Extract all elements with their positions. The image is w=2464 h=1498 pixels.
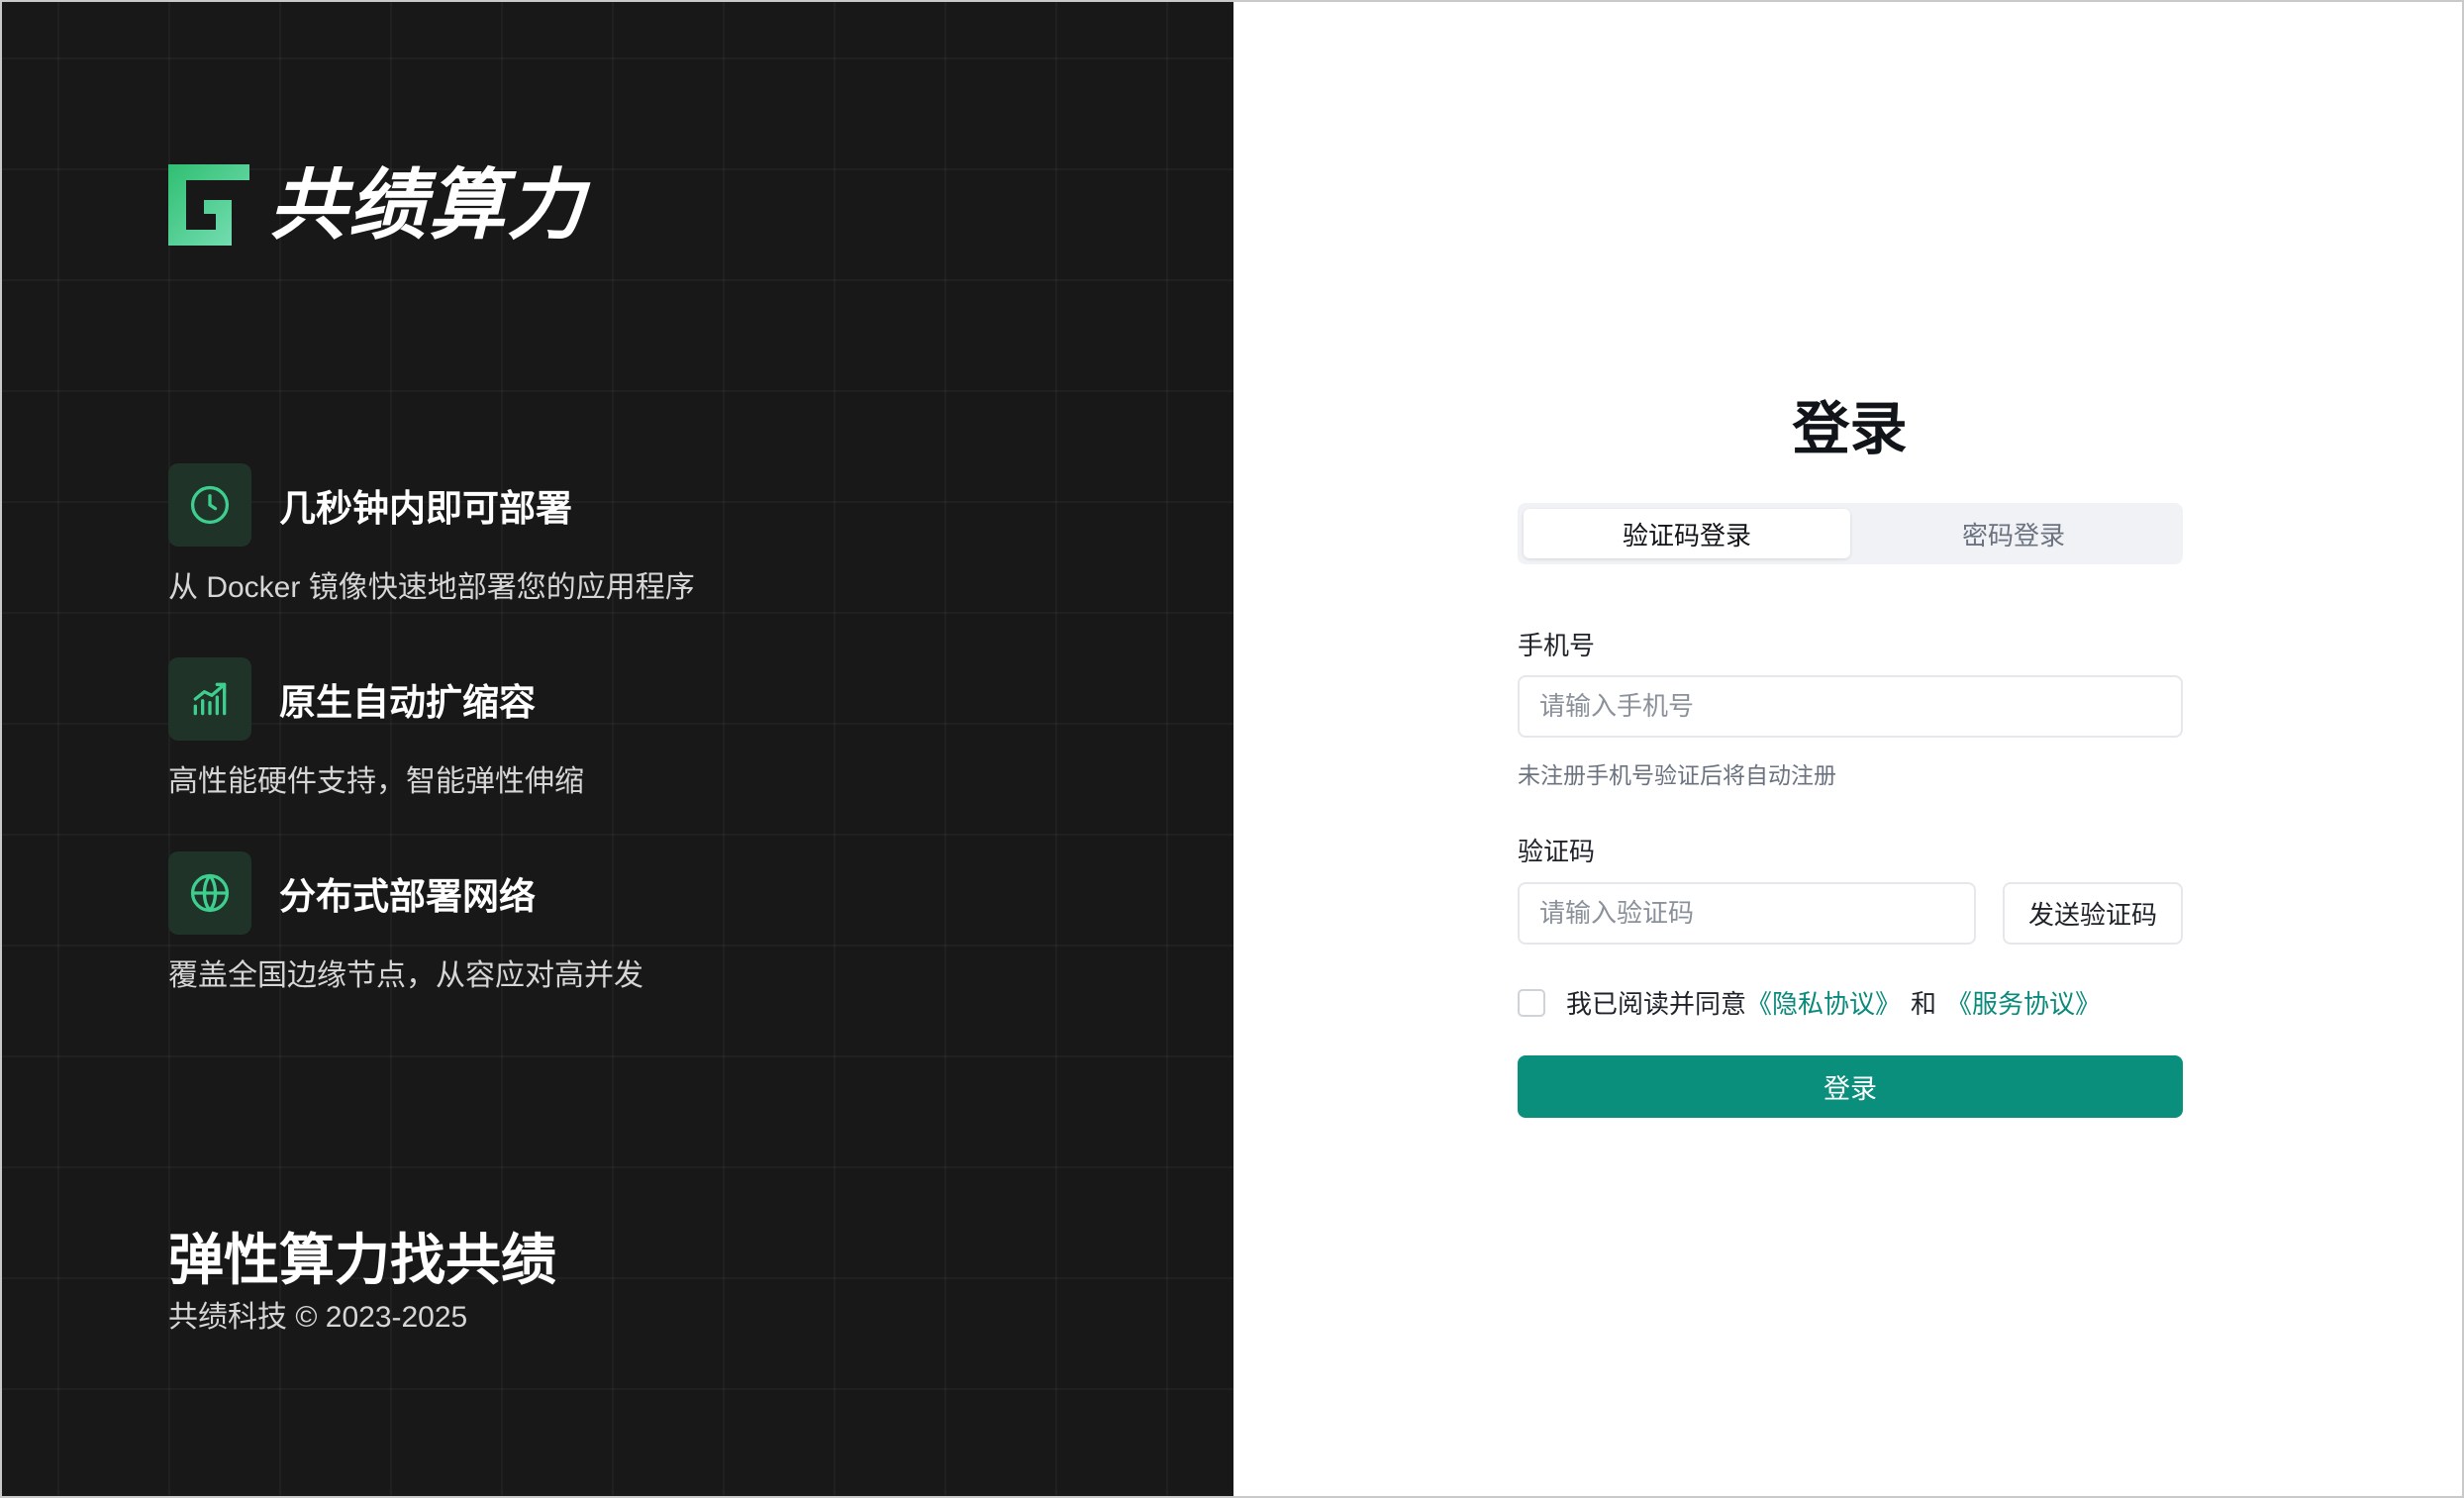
feature-item: 原生自动扩缩容 高性能硬件支持，智能弹性伸缩	[168, 657, 584, 800]
service-agreement-link[interactable]: 《服务协议》	[1946, 984, 2101, 1021]
brand-name: 共绩算力	[269, 161, 587, 249]
clock-icon	[168, 463, 251, 547]
login-page: 共绩算力 几秒钟内即可部署 从 Docker 镜像快速地部署您的应用程序 原生自…	[0, 0, 2464, 1498]
tab-sms-login[interactable]: 验证码登录	[1524, 509, 1850, 558]
feature-title: 几秒钟内即可部署	[279, 488, 572, 529]
chart-growth-icon	[168, 657, 251, 741]
code-input[interactable]	[1518, 882, 1976, 945]
globe-icon	[168, 851, 251, 935]
feature-desc: 覆盖全国边缘节点，从容应对高并发	[168, 959, 643, 992]
feature-title: 分布式部署网络	[279, 876, 536, 917]
send-code-button[interactable]: 发送验证码	[2003, 882, 2183, 945]
phone-hint: 未注册手机号验证后将自动注册	[1518, 762, 1836, 788]
feature-desc: 从 Docker 镜像快速地部署您的应用程序	[168, 571, 695, 604]
agreement-row: 我已阅读并同意 《隐私协议》 和 《服务协议》	[1518, 984, 2101, 1021]
login-method-tabs: 验证码登录 密码登录	[1518, 503, 2183, 564]
login-button[interactable]: 登录	[1518, 1055, 2183, 1118]
phone-input[interactable]	[1518, 675, 2183, 738]
brand-slogan: 弹性算力找共绩	[168, 1229, 556, 1291]
agreement-and: 和	[1911, 989, 1937, 1019]
copyright: 共绩科技 © 2023-2025	[168, 1301, 468, 1334]
agreement-text: 我已阅读并同意	[1566, 989, 1747, 1019]
login-panel: 登录 验证码登录 密码登录 手机号 未注册手机号验证后将自动注册 验证码 发送验…	[1233, 2, 2462, 1496]
page-title: 登录	[1792, 397, 1908, 461]
brand-panel: 共绩算力 几秒钟内即可部署 从 Docker 镜像快速地部署您的应用程序 原生自…	[2, 2, 1233, 1496]
phone-label: 手机号	[1518, 631, 1596, 660]
feature-item: 分布式部署网络 覆盖全国边缘节点，从容应对高并发	[168, 851, 643, 994]
logo-g-icon	[168, 164, 249, 246]
brand-logo: 共绩算力	[168, 164, 586, 246]
privacy-policy-link[interactable]: 《隐私协议》	[1746, 984, 1901, 1021]
feature-desc: 高性能硬件支持，智能弹性伸缩	[168, 765, 584, 798]
feature-item: 几秒钟内即可部署 从 Docker 镜像快速地部署您的应用程序	[168, 463, 695, 606]
tab-password-login[interactable]: 密码登录	[1850, 509, 2177, 558]
agreement-checkbox[interactable]	[1518, 988, 1545, 1017]
code-label: 验证码	[1518, 837, 1596, 866]
feature-title: 原生自动扩缩容	[279, 682, 536, 723]
